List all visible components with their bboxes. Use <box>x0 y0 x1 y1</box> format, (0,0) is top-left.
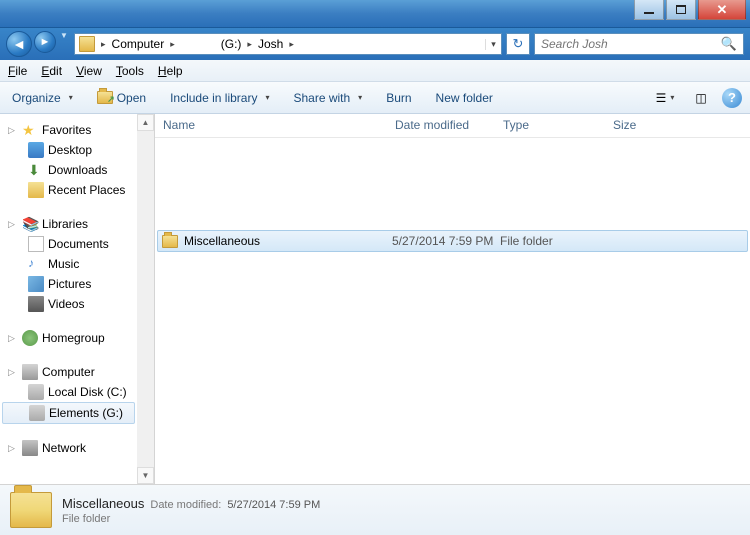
new-folder-button[interactable]: New folder <box>432 88 497 108</box>
menu-tools[interactable]: Tools <box>116 64 144 78</box>
sidebar-item-local-disk[interactable]: Local Disk (C:) <box>0 382 137 402</box>
breadcrumb-computer[interactable]: Computer <box>108 34 169 54</box>
menu-file[interactable]: File <box>8 64 27 78</box>
details-name: Miscellaneous <box>62 496 144 511</box>
close-button[interactable]: ✕ <box>698 0 746 20</box>
navigation-pane: ▷★Favorites Desktop ⬇Downloads Recent Pl… <box>0 114 155 484</box>
share-with-button[interactable]: Share with <box>289 88 366 108</box>
folder-icon <box>79 36 95 52</box>
include-library-button[interactable]: Include in library <box>166 88 273 108</box>
view-options-button[interactable]: ☰ <box>650 88 680 108</box>
forward-button[interactable]: ► <box>34 31 56 53</box>
refresh-button[interactable]: ↻ <box>506 33 530 55</box>
sidebar-item-recent[interactable]: Recent Places <box>0 180 137 200</box>
search-box[interactable]: 🔍 <box>534 33 744 55</box>
breadcrumb-folder[interactable]: Josh <box>254 34 287 54</box>
sidebar-computer[interactable]: ▷Computer <box>0 360 137 382</box>
file-list[interactable]: Miscellaneous 5/27/2014 7:59 PM File fol… <box>155 138 750 484</box>
menu-help[interactable]: Help <box>158 64 183 78</box>
sidebar-item-elements[interactable]: Elements (G:) <box>2 402 135 424</box>
sidebar-homegroup[interactable]: ▷Homegroup <box>0 326 137 348</box>
file-type: File folder <box>500 234 610 248</box>
sidebar-scrollbar[interactable]: ▲ ▼ <box>137 114 154 484</box>
open-button[interactable]: Open <box>93 88 150 108</box>
sidebar-item-downloads[interactable]: ⬇Downloads <box>0 160 137 180</box>
sidebar-network[interactable]: ▷Network <box>0 436 137 458</box>
minimize-button[interactable] <box>634 0 664 20</box>
burn-button[interactable]: Burn <box>382 88 415 108</box>
sidebar-item-videos[interactable]: Videos <box>0 294 137 314</box>
preview-pane-button[interactable]: ◫ <box>686 88 716 108</box>
menu-view[interactable]: View <box>76 64 102 78</box>
navigation-row: ◄ ► ▼ ▸ Computer ▸ (G:) ▸ Josh ▸ ▾ ↻ 🔍 <box>0 28 750 60</box>
column-size[interactable]: Size <box>605 114 750 137</box>
column-headers: Name Date modified Type Size <box>155 114 750 138</box>
maximize-button[interactable] <box>666 0 696 20</box>
back-button[interactable]: ◄ <box>6 31 32 57</box>
sidebar-item-documents[interactable]: Documents <box>0 234 137 254</box>
file-name: Miscellaneous <box>184 234 392 248</box>
window-titlebar[interactable]: ✕ <box>0 0 750 28</box>
column-date[interactable]: Date modified <box>387 114 495 137</box>
column-type[interactable]: Type <box>495 114 605 137</box>
scroll-up-button[interactable]: ▲ <box>137 114 154 131</box>
toolbar: Organize Open Include in library Share w… <box>0 82 750 114</box>
breadcrumb-drive[interactable]: (G:) <box>217 34 246 54</box>
column-name[interactable]: Name <box>155 114 387 137</box>
menu-bar: File Edit View Tools Help <box>0 60 750 82</box>
help-button[interactable]: ? <box>722 88 742 108</box>
open-icon <box>97 91 113 104</box>
window-controls: ✕ <box>634 0 746 20</box>
file-list-area: Name Date modified Type Size Miscellaneo… <box>155 114 750 484</box>
details-date-value: 5/27/2014 7:59 PM <box>227 499 320 511</box>
folder-icon <box>162 235 178 248</box>
sidebar-favorites[interactable]: ▷★Favorites <box>0 118 137 140</box>
search-icon: 🔍 <box>721 36 737 52</box>
main-area: ▷★Favorites Desktop ⬇Downloads Recent Pl… <box>0 114 750 484</box>
sidebar-item-desktop[interactable]: Desktop <box>0 140 137 160</box>
sidebar-libraries[interactable]: ▷📚Libraries <box>0 212 137 234</box>
address-dropdown[interactable]: ▾ <box>485 39 501 50</box>
sidebar-item-music[interactable]: ♪Music <box>0 254 137 274</box>
history-dropdown[interactable]: ▼ <box>58 31 70 57</box>
details-type: File folder <box>62 513 320 525</box>
file-date: 5/27/2014 7:59 PM <box>392 234 500 248</box>
details-date-label: Date modified: <box>150 499 221 511</box>
file-row[interactable]: Miscellaneous 5/27/2014 7:59 PM File fol… <box>157 230 748 252</box>
folder-large-icon <box>10 492 52 528</box>
sidebar-item-pictures[interactable]: Pictures <box>0 274 137 294</box>
organize-button[interactable]: Organize <box>8 88 77 108</box>
search-input[interactable] <box>541 37 721 51</box>
address-bar[interactable]: ▸ Computer ▸ (G:) ▸ Josh ▸ ▾ <box>74 33 502 55</box>
details-pane: Miscellaneous Date modified: 5/27/2014 7… <box>0 484 750 535</box>
scroll-down-button[interactable]: ▼ <box>137 467 154 484</box>
menu-edit[interactable]: Edit <box>41 64 62 78</box>
